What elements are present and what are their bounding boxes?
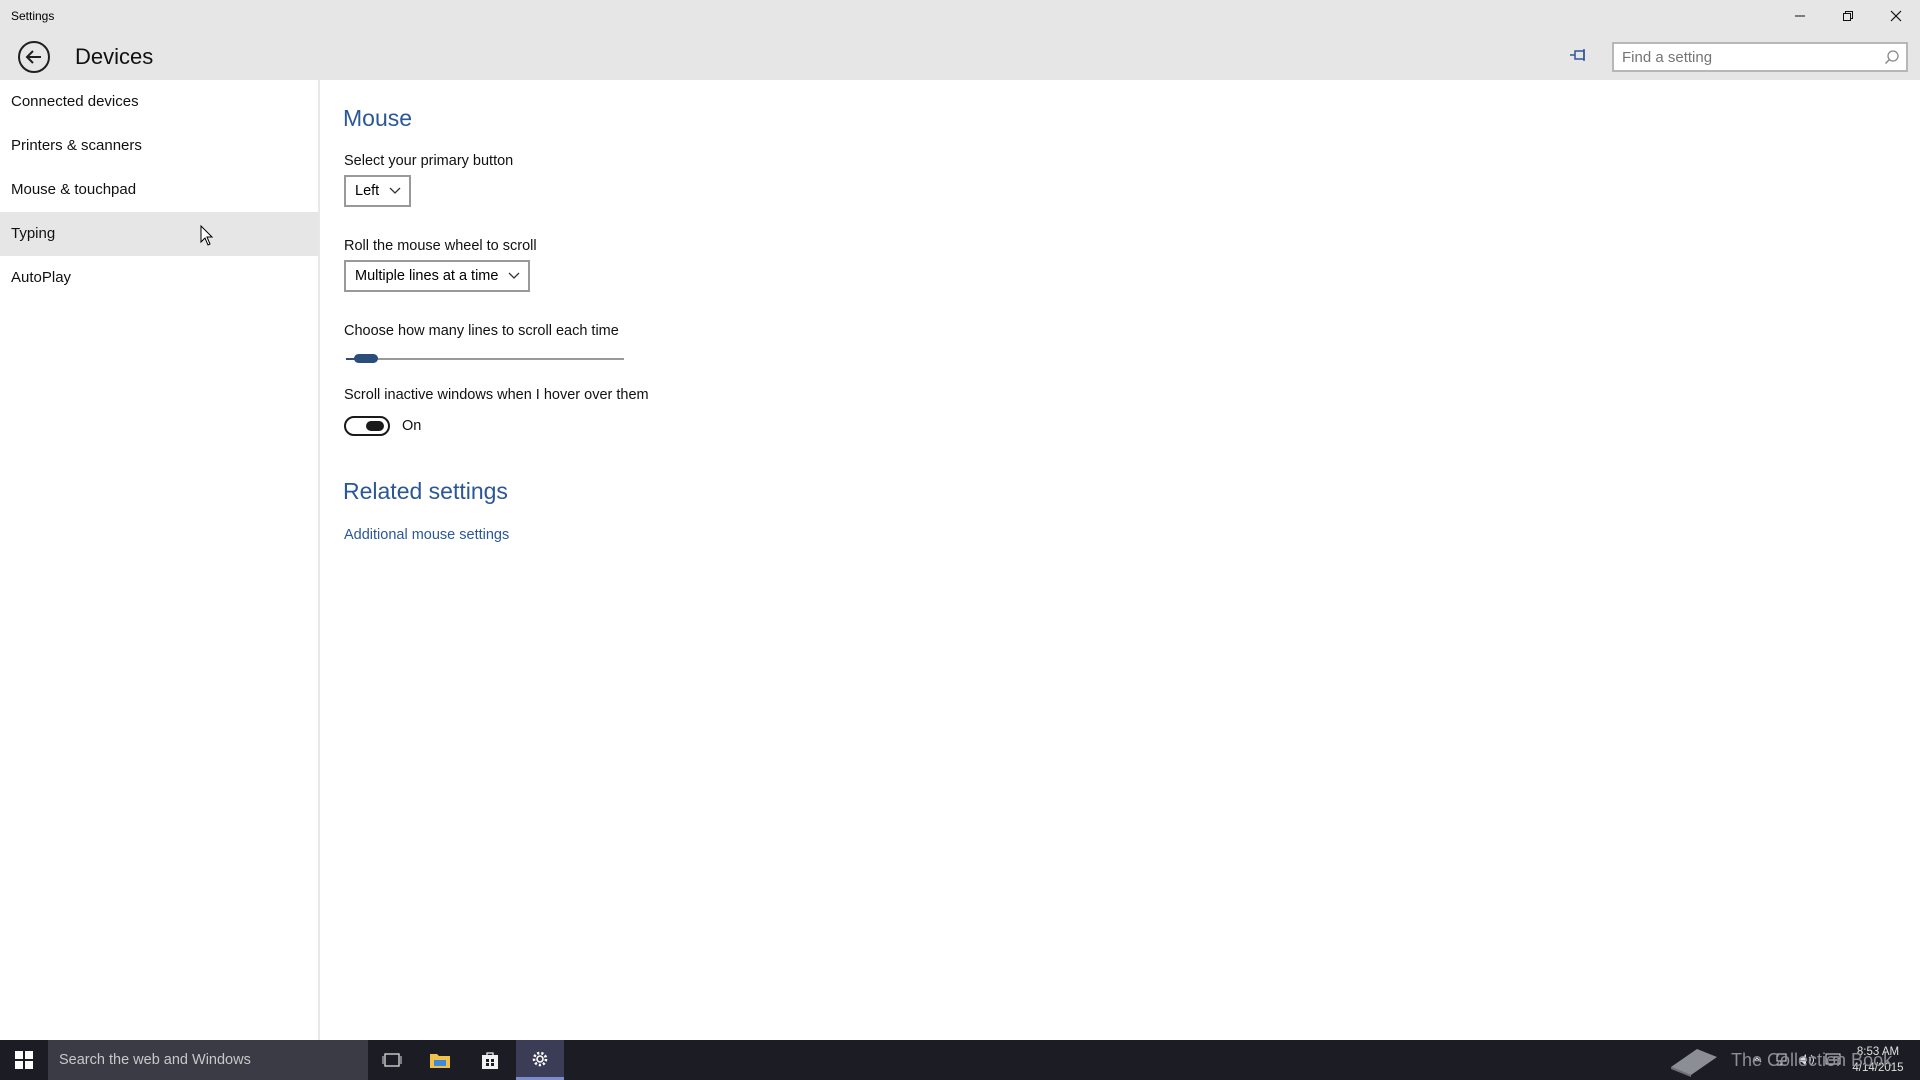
related-settings-title: Related settings bbox=[343, 478, 508, 504]
mouse-cursor-icon bbox=[200, 225, 214, 246]
taskbar: Search the web and Windows 8:53 AM 4/14/… bbox=[0, 1040, 1920, 1080]
title-bar: Settings bbox=[0, 0, 1920, 32]
book-logo-icon bbox=[1671, 1049, 1717, 1077]
lines-to-scroll-slider[interactable] bbox=[344, 349, 626, 369]
start-button[interactable] bbox=[0, 1040, 48, 1080]
folder-icon bbox=[430, 1054, 450, 1068]
taskbar-search-box[interactable]: Search the web and Windows bbox=[48, 1040, 368, 1080]
file-explorer-button[interactable] bbox=[416, 1040, 464, 1080]
store-bag-icon bbox=[482, 1052, 498, 1069]
wheel-scroll-dropdown[interactable]: Multiple lines at a time bbox=[344, 260, 531, 292]
slider-thumb[interactable] bbox=[353, 354, 378, 363]
restore-button[interactable] bbox=[1824, 0, 1872, 32]
primary-button-dropdown[interactable]: Left bbox=[344, 175, 412, 207]
slider-track bbox=[346, 358, 624, 360]
minimize-icon bbox=[1795, 15, 1805, 17]
task-view-icon bbox=[382, 1053, 402, 1067]
primary-button-label: Select your primary button bbox=[344, 153, 514, 169]
sidebar-nav: Connected devices Printers & scanners Mo… bbox=[0, 80, 320, 1040]
search-icon bbox=[1884, 50, 1899, 65]
header: Devices bbox=[0, 32, 1920, 80]
sidebar-item-autoplay[interactable]: AutoPlay bbox=[0, 256, 318, 300]
pin-icon bbox=[1570, 49, 1585, 61]
sidebar-item-connected-devices[interactable]: Connected devices bbox=[0, 80, 318, 124]
settings-taskbar-button[interactable] bbox=[516, 1040, 564, 1080]
section-title-mouse: Mouse bbox=[343, 105, 413, 131]
store-button[interactable] bbox=[466, 1040, 514, 1080]
toggle-state-label: On bbox=[402, 418, 422, 434]
chevron-down-icon bbox=[389, 187, 401, 194]
toggle-knob bbox=[366, 421, 384, 431]
primary-button-value: Left bbox=[355, 183, 380, 199]
chevron-down-icon bbox=[508, 272, 520, 279]
taskbar-search-placeholder: Search the web and Windows bbox=[59, 1052, 251, 1068]
task-view-button[interactable] bbox=[368, 1040, 416, 1080]
page-title: Devices bbox=[75, 44, 154, 69]
close-icon bbox=[1890, 10, 1902, 22]
window-title: Settings bbox=[11, 9, 55, 23]
sidebar-item-mouse-touchpad[interactable]: Mouse & touchpad bbox=[0, 168, 318, 212]
wheel-scroll-value: Multiple lines at a time bbox=[355, 268, 499, 284]
back-arrow-icon bbox=[25, 50, 41, 64]
windows-logo-icon bbox=[15, 1051, 33, 1069]
inactive-scroll-label: Scroll inactive windows when I hover ove… bbox=[344, 387, 649, 403]
inactive-scroll-toggle-row: On bbox=[344, 416, 421, 436]
lines-to-scroll-label: Choose how many lines to scroll each tim… bbox=[344, 323, 619, 339]
search-input[interactable] bbox=[1614, 44, 1906, 70]
sidebar-item-typing[interactable]: Typing bbox=[0, 212, 318, 256]
additional-mouse-settings-link[interactable]: Additional mouse settings bbox=[344, 527, 509, 543]
back-button[interactable] bbox=[18, 41, 50, 73]
wheel-scroll-label: Roll the mouse wheel to scroll bbox=[344, 238, 537, 254]
watermark: The Collection Book bbox=[1667, 1040, 1892, 1080]
find-setting-search[interactable] bbox=[1612, 42, 1908, 72]
minimize-button[interactable] bbox=[1776, 0, 1824, 32]
sidebar-item-printers-scanners[interactable]: Printers & scanners bbox=[0, 124, 318, 168]
restore-icon bbox=[1843, 11, 1853, 21]
main-content: Mouse Select your primary button Left Ro… bbox=[343, 80, 1903, 1040]
close-button[interactable] bbox=[1872, 0, 1920, 32]
inactive-scroll-toggle[interactable] bbox=[344, 416, 390, 436]
pin-button[interactable] bbox=[1566, 44, 1592, 66]
gear-icon bbox=[532, 1051, 548, 1066]
watermark-text: The Collection Book bbox=[1731, 1049, 1893, 1070]
